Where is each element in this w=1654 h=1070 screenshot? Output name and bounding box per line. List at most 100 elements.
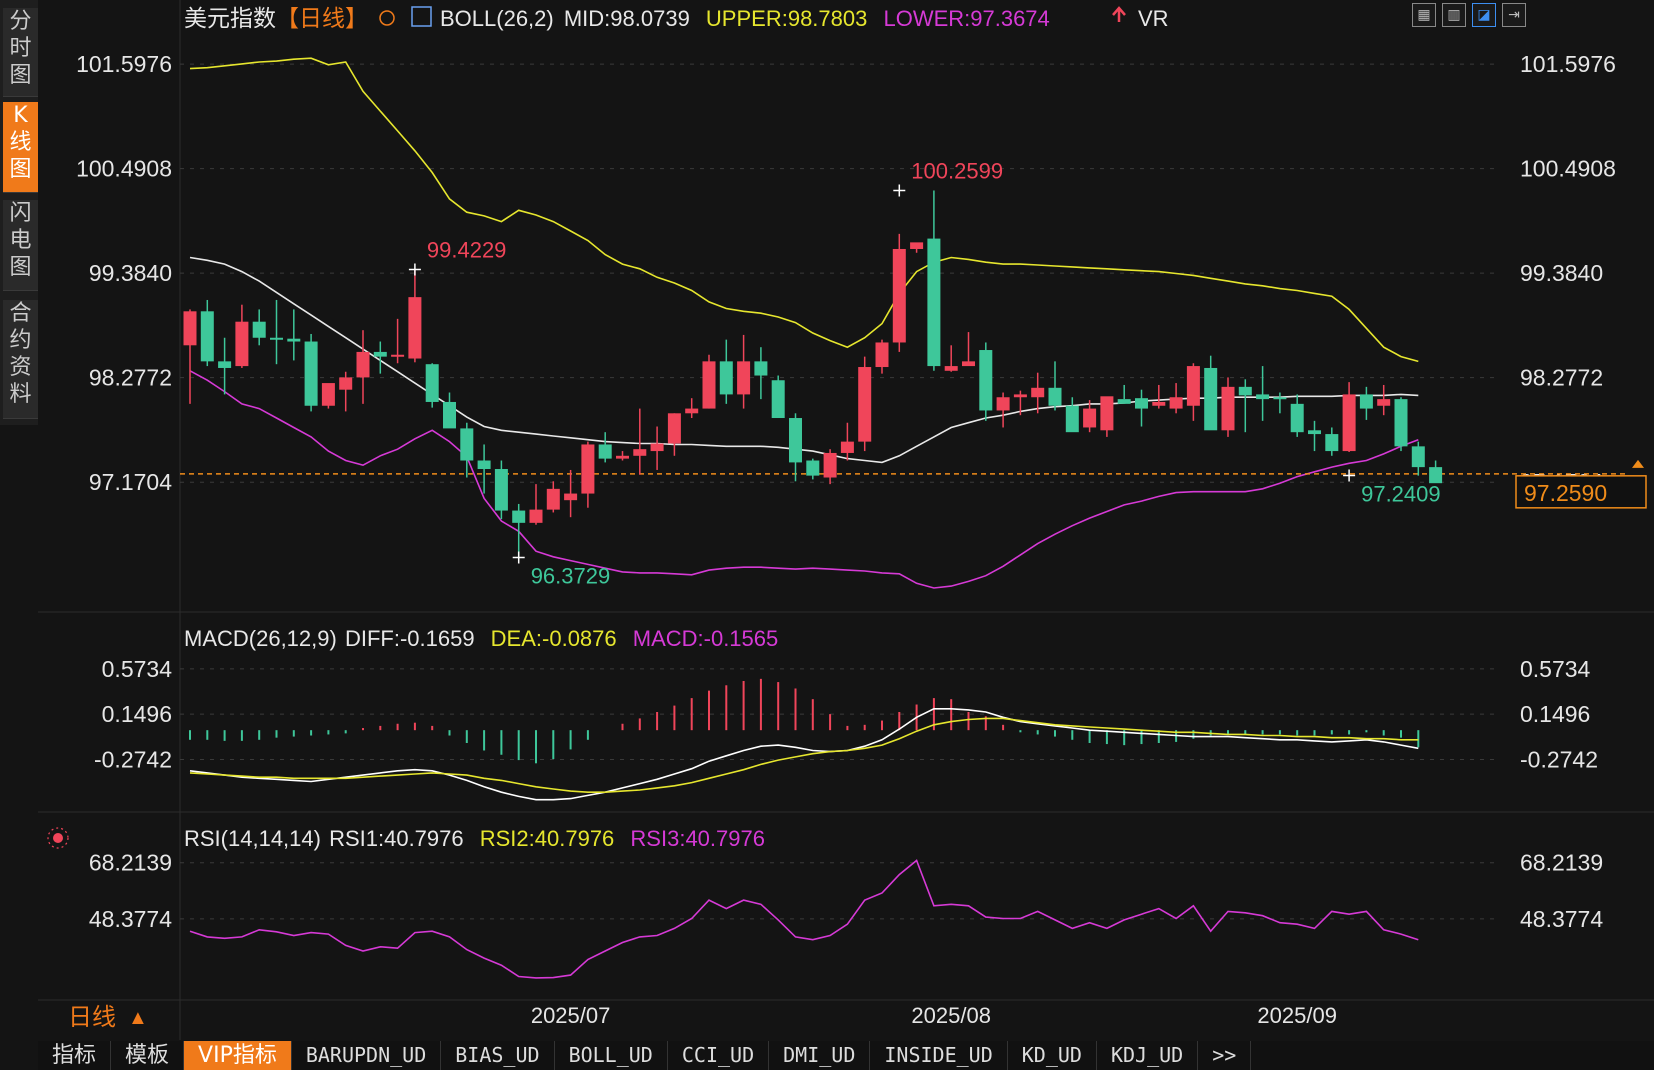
rsi-tick-right: 68.2139 bbox=[1520, 850, 1603, 876]
sidebar-tab-flash[interactable]: 闪 电 图 bbox=[3, 200, 38, 291]
candle-body bbox=[1411, 446, 1425, 468]
tab-bias-ud[interactable]: BIAS_UD bbox=[441, 1041, 555, 1070]
price-tick-left: 101.5976 bbox=[76, 51, 172, 77]
candle-body bbox=[1256, 394, 1270, 400]
candle-body bbox=[754, 361, 768, 376]
candle-body bbox=[218, 361, 232, 368]
extreme-marker bbox=[512, 551, 525, 564]
chart-canvas[interactable]: 101.5976 101.5976 100.4908 100.4908 99.3840 9… bbox=[0, 0, 1654, 1070]
sidebar-tab-timeshare[interactable]: 分 时 图 bbox=[3, 8, 38, 97]
candle-body bbox=[1359, 394, 1373, 409]
tab-kdj-ud[interactable]: KDJ_UD bbox=[1097, 1041, 1199, 1070]
tab-barupdn-ud[interactable]: BARUPDN_UD bbox=[292, 1041, 442, 1070]
price-tick-right: 101.5976 bbox=[1520, 51, 1616, 77]
extreme-value-label: 96.3729 bbox=[531, 564, 611, 589]
tab-cci-ud[interactable]: CCI_UD bbox=[668, 1041, 770, 1070]
candle-body bbox=[1152, 401, 1166, 406]
candle-body bbox=[892, 248, 906, 343]
candle-body bbox=[823, 452, 837, 478]
macd-tick-right: 0.5734 bbox=[1520, 656, 1591, 682]
candle-body bbox=[1342, 394, 1356, 452]
rsi-tick-right: 48.3774 bbox=[1520, 906, 1603, 932]
tab-inside-ud[interactable]: INSIDE_UD bbox=[870, 1041, 1008, 1070]
x-axis-date-label: 2025/07 bbox=[531, 1003, 611, 1028]
price-tick-left: 100.4908 bbox=[76, 156, 172, 182]
candle-body bbox=[702, 361, 716, 409]
candle-body bbox=[200, 311, 214, 362]
candle-body bbox=[616, 455, 629, 459]
candle-body bbox=[789, 418, 802, 463]
sidebar-tab-contract-info[interactable]: 合 约 资 料 bbox=[3, 300, 38, 419]
candle-body bbox=[1100, 396, 1114, 431]
extreme-value-label: 97.2409 bbox=[1361, 482, 1441, 507]
macd-tick-left: 0.5734 bbox=[102, 656, 173, 682]
boll-upper-line bbox=[189, 57, 1419, 363]
tab-templates[interactable]: 模板 bbox=[111, 1041, 185, 1070]
rsi-tick-left: 48.3774 bbox=[89, 906, 172, 932]
candle-body bbox=[1065, 405, 1079, 433]
candle-body bbox=[806, 460, 820, 476]
macd-tick-right: -0.2742 bbox=[1520, 746, 1598, 772]
x-axis-date-label: 2025/08 bbox=[911, 1003, 991, 1028]
candle-body bbox=[1117, 399, 1131, 404]
tab-boll-ud[interactable]: BOLL_UD bbox=[555, 1041, 668, 1070]
rsi-header: RSI(14,14,14) RSI1:40.7976 RSI2:40.7976 … bbox=[184, 826, 765, 851]
candle-body bbox=[287, 338, 301, 342]
tab-dmi-ud[interactable]: DMI_UD bbox=[769, 1041, 871, 1070]
extreme-marker bbox=[1343, 469, 1356, 482]
candle-body bbox=[910, 242, 924, 249]
price-tick-left: 98.2772 bbox=[89, 365, 172, 391]
candle-body bbox=[1238, 386, 1252, 396]
extreme-value-label: 99.4229 bbox=[427, 237, 507, 262]
candle-body bbox=[667, 413, 681, 444]
grid-icon[interactable]: ▦ bbox=[1412, 3, 1436, 27]
candle-body bbox=[252, 321, 266, 338]
macd-tick-right: 0.1496 bbox=[1520, 701, 1590, 727]
candle-body bbox=[391, 354, 405, 357]
candle-body bbox=[477, 460, 491, 470]
candle-body bbox=[737, 361, 751, 395]
macd-tick-left: 0.1496 bbox=[102, 701, 172, 727]
sidebar-tab-kline[interactable]: K 线 图 bbox=[3, 102, 38, 193]
candle-body bbox=[425, 364, 439, 402]
layout-icon[interactable]: ▥ bbox=[1442, 3, 1466, 27]
candle-body bbox=[1031, 387, 1045, 398]
expand-icon[interactable]: ⇥ bbox=[1502, 3, 1526, 27]
candle-body bbox=[598, 444, 612, 459]
candle-body bbox=[270, 337, 283, 340]
price-tick-left: 97.1704 bbox=[89, 469, 172, 495]
tab-more[interactable]: >> bbox=[1198, 1041, 1252, 1070]
price-tick-right: 100.4908 bbox=[1520, 156, 1616, 182]
candle-body bbox=[1083, 408, 1097, 428]
boll-header: BOLL(26,2) MID:98.0739 UPPER:98.7803 LOW… bbox=[440, 6, 1050, 31]
last-price-label: 97.2590 bbox=[1524, 480, 1607, 506]
candle-body bbox=[546, 488, 560, 510]
tab-indicators[interactable]: 指标 bbox=[38, 1041, 112, 1070]
tab-vip-indicators[interactable]: VIP指标 bbox=[184, 1041, 292, 1070]
price-tick-right: 98.2772 bbox=[1520, 365, 1603, 391]
candle-body bbox=[962, 361, 975, 367]
candle-body bbox=[321, 383, 335, 406]
sidebar: 分 时 图 K 线 图 闪 电 图 合 约 资 料 bbox=[0, 0, 38, 425]
candle-body bbox=[1013, 394, 1027, 398]
candle-body bbox=[460, 428, 474, 461]
candle-body bbox=[1325, 434, 1339, 452]
candle-body bbox=[685, 408, 699, 414]
candle-body bbox=[373, 351, 387, 357]
boll-mid-line bbox=[189, 256, 1419, 464]
candle-body bbox=[235, 321, 249, 367]
tab-kd-ud[interactable]: KD_UD bbox=[1008, 1041, 1097, 1070]
candle-body bbox=[979, 350, 993, 411]
candle-body bbox=[1308, 430, 1321, 435]
candle-body bbox=[1221, 386, 1235, 431]
last-price-arrow-icon bbox=[1632, 459, 1644, 468]
rsi-line bbox=[189, 859, 1419, 979]
candle-body bbox=[529, 509, 543, 523]
candle-body bbox=[771, 380, 785, 419]
candle-body bbox=[1290, 403, 1304, 433]
candle-body bbox=[581, 444, 595, 494]
candle-body bbox=[512, 510, 526, 523]
price-tick-right: 99.3840 bbox=[1520, 260, 1603, 286]
chart-type-icon[interactable]: ◪ bbox=[1472, 3, 1496, 27]
candle-body bbox=[1273, 397, 1287, 400]
